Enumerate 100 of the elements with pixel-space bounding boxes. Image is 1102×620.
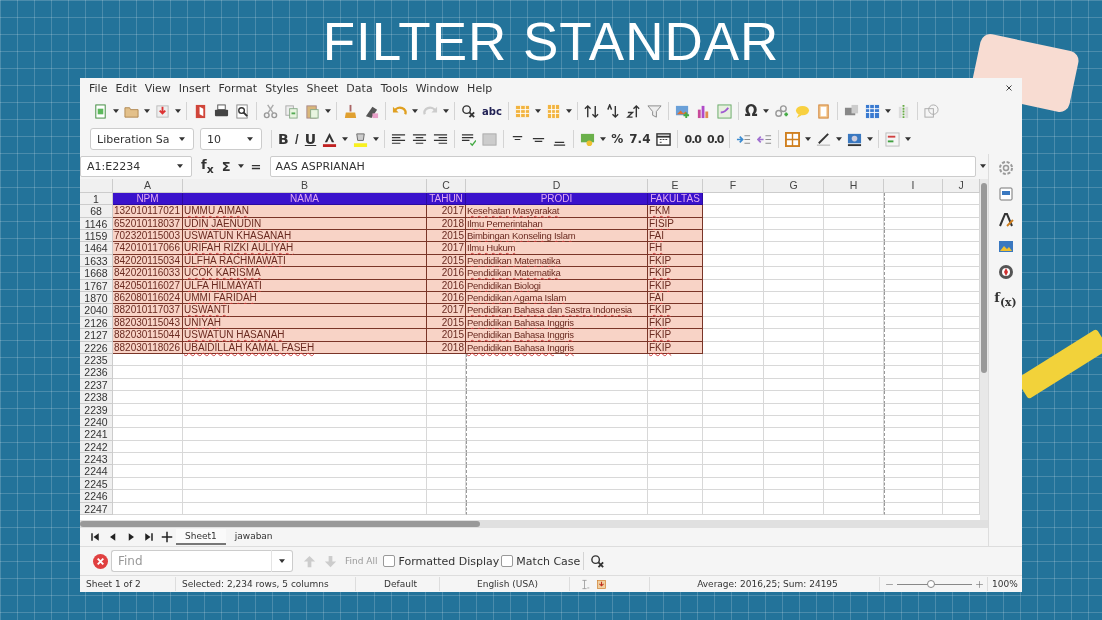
italic-button[interactable]: I [291, 131, 302, 147]
bar-chart-icon[interactable] [695, 103, 711, 119]
caret-icon[interactable] [867, 137, 874, 141]
window-icon[interactable] [997, 186, 1014, 202]
image-icon[interactable] [997, 238, 1014, 254]
column-header[interactable]: B [183, 178, 427, 193]
caret-icon[interactable] [342, 137, 349, 141]
document-icon[interactable] [93, 103, 108, 119]
row-header[interactable]: 1464 [80, 242, 113, 255]
highlighter-icon[interactable] [353, 131, 369, 147]
caret-icon[interactable] [600, 137, 607, 141]
caret-icon[interactable] [762, 109, 769, 113]
column-header[interactable]: C [427, 178, 466, 193]
first-icon[interactable] [89, 531, 101, 544]
image-icon[interactable] [674, 103, 690, 119]
document-icon[interactable] [193, 103, 208, 119]
caret-icon[interactable] [805, 137, 812, 141]
scissors-icon[interactable] [263, 103, 278, 119]
percent-button[interactable]: % [608, 132, 627, 146]
delete-decimal-button[interactable]: 0.0 [704, 132, 727, 146]
row-header[interactable]: 2246 [80, 490, 113, 503]
caret-icon[interactable] [325, 109, 331, 113]
caret-icon[interactable] [565, 109, 572, 113]
close-icon[interactable] [93, 553, 108, 569]
calendar-icon[interactable] [656, 131, 672, 147]
zoom-percent[interactable]: 100% [992, 579, 1018, 589]
checkbox-label[interactable]: Match Case [516, 554, 581, 568]
row-header[interactable]: 2236 [80, 366, 113, 379]
row-header[interactable]: 1870 [80, 292, 113, 305]
add-decimal-button[interactable]: 0.0 [681, 132, 704, 146]
menu-item[interactable]: Sheet [302, 81, 343, 95]
column-header[interactable]: H [824, 178, 884, 193]
caret-icon[interactable] [443, 109, 449, 113]
column-header[interactable]: A [113, 178, 183, 193]
spelling-button[interactable]: abc [479, 105, 505, 117]
checkbox[interactable] [501, 555, 514, 567]
align-left-icon[interactable] [391, 131, 407, 147]
caret-icon[interactable] [980, 164, 986, 169]
caret-icon[interactable] [179, 137, 185, 141]
caret-icon[interactable] [113, 109, 119, 113]
settings-icon[interactable] [997, 160, 1014, 176]
row-header[interactable]: 2127 [80, 329, 113, 342]
conditional-format-icon[interactable] [885, 131, 901, 147]
scrollbar-thumb[interactable] [981, 182, 987, 373]
sum-button[interactable]: Σ [218, 158, 234, 174]
find-field[interactable]: Find [111, 550, 271, 572]
caret-icon[interactable] [884, 109, 891, 113]
font-name-field[interactable]: Liberation Sa [90, 128, 194, 150]
caret-icon[interactable] [144, 109, 150, 113]
column-header[interactable]: E [648, 178, 703, 193]
row-header[interactable]: 2243 [80, 453, 113, 466]
menu-item[interactable]: Styles [261, 81, 303, 95]
font-size-field[interactable]: 10 [200, 128, 262, 150]
menu-item[interactable]: View [140, 81, 175, 95]
caret-icon[interactable] [373, 137, 380, 141]
row-header[interactable]: 1668 [80, 267, 113, 280]
compass-icon[interactable] [997, 264, 1014, 280]
row-header[interactable]: 2040 [80, 304, 113, 317]
clipboard-icon[interactable] [305, 103, 320, 119]
caret-icon[interactable] [905, 137, 912, 141]
plus-icon[interactable] [161, 531, 173, 544]
last-icon[interactable] [143, 531, 155, 544]
bold-button[interactable]: B [275, 131, 292, 147]
close-icon[interactable] [1004, 83, 1014, 93]
row-header[interactable]: 2244 [80, 465, 113, 478]
sort-down-icon[interactable] [604, 103, 620, 119]
menu-item[interactable]: File [85, 81, 112, 95]
column-header[interactable]: F [703, 178, 764, 193]
slider-thumb[interactable] [926, 579, 935, 588]
caret-icon[interactable] [237, 164, 244, 169]
caret-icon[interactable] [247, 137, 253, 141]
caret-icon[interactable] [175, 109, 181, 113]
column-header[interactable]: J [943, 178, 980, 193]
column-header[interactable]: D [466, 178, 648, 193]
menu-item[interactable]: Data [342, 81, 377, 95]
sheet-tab[interactable]: Sheet1 [176, 529, 226, 546]
caret-icon[interactable] [279, 559, 285, 563]
column-header[interactable]: I [884, 178, 943, 193]
font-color-icon[interactable] [322, 131, 338, 147]
caret-icon[interactable] [412, 109, 418, 113]
align-center-icon[interactable] [412, 131, 428, 147]
menu-item[interactable]: Insert [174, 81, 215, 95]
name-box[interactable]: A1:E2234 [80, 155, 192, 177]
special-character-button[interactable]: Ω [741, 102, 761, 120]
magnifier-icon[interactable] [590, 553, 606, 569]
sort-icon[interactable] [583, 103, 599, 119]
magnifier-icon[interactable] [461, 103, 476, 119]
column-header[interactable]: G [764, 178, 824, 193]
menu-item[interactable]: Tools [376, 81, 412, 95]
row-header[interactable]: 1159 [80, 230, 113, 243]
row-header[interactable]: 2238 [80, 391, 113, 404]
caret-icon[interactable] [534, 109, 541, 113]
formula-field[interactable]: AAS ASPRIANAH [270, 155, 976, 177]
scrollbar-thumb[interactable] [80, 521, 480, 528]
underline-button[interactable]: U [301, 131, 320, 147]
caret-icon[interactable] [836, 137, 843, 141]
row-header[interactable]: 2241 [80, 428, 113, 441]
magnifier-icon[interactable] [235, 103, 250, 119]
function-wizard-button[interactable]: f$_{x}$ [198, 157, 217, 176]
functions-button[interactable]: f$_{(x)}$ [994, 290, 1017, 309]
